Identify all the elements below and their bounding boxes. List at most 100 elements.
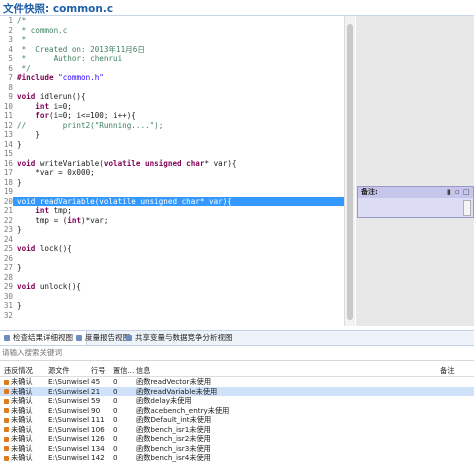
code-line[interactable]: 5 * Author: chenrui bbox=[0, 54, 344, 64]
code-line[interactable]: 9 void idlerun(){ bbox=[0, 92, 344, 102]
table-row[interactable]: 未确认 E:\Sunwisel...45 0 函数readVector未使用 bbox=[0, 377, 474, 387]
results-table: 违反情况 源文件 行号 置信... 信息 备注 未确认 E:\Sunwisel..… bbox=[0, 366, 474, 468]
code-token: for bbox=[35, 111, 50, 120]
code-editor[interactable]: 1/* 2 * common.c 3 * 4 * Created on: 2013年1… bbox=[0, 16, 345, 326]
code-line[interactable]: 26 bbox=[0, 254, 344, 264]
code-line[interactable]: 16 void writeVariable(volatile unsigned c… bbox=[0, 159, 344, 169]
code-line[interactable]: 2 * common.c bbox=[0, 26, 344, 36]
cell-status: 未确认 bbox=[4, 444, 48, 454]
line-number: 24 bbox=[3, 234, 13, 244]
code-line[interactable]: 31} bbox=[0, 301, 344, 311]
line-number: 26 bbox=[3, 253, 13, 263]
table-row[interactable]: 未确认 E:\Sunwisel...106 0 函数bench_isr1未使用 bbox=[0, 425, 474, 435]
cell-status: 未确认 bbox=[4, 425, 48, 435]
code-line[interactable]: 28 bbox=[0, 273, 344, 283]
code-line[interactable]: 17 *var = 0x000; bbox=[0, 168, 344, 178]
cell-file: E:\Sunwisel... bbox=[48, 405, 90, 415]
cell-info: 函数Default_int未使用 bbox=[136, 415, 212, 424]
code-token: #include bbox=[17, 73, 59, 82]
line-number: 4 bbox=[8, 44, 13, 54]
table-row[interactable]: 未确认 E:\Sunwisel...90 0 函数acebench_entry未使用 bbox=[0, 406, 474, 416]
window-title: 文件快照: common.c bbox=[3, 3, 114, 15]
code-token: } bbox=[17, 130, 40, 139]
code-token: void bbox=[17, 282, 40, 291]
warning-icon bbox=[4, 408, 9, 413]
code-token: void bbox=[17, 92, 40, 101]
code-token: * Created on: 2013年11月6日 bbox=[17, 44, 145, 54]
code-line[interactable]: 15 bbox=[0, 149, 344, 159]
header-status[interactable]: 违反情况 bbox=[4, 366, 48, 376]
code-line[interactable]: 23} bbox=[0, 225, 344, 235]
code-line[interactable]: 22 tmp = (int)*var; bbox=[0, 216, 344, 226]
table-row[interactable]: 未确认 E:\Sunwisel...126 0 函数bench_isr2未使用 bbox=[0, 434, 474, 444]
line-number: 19 bbox=[3, 187, 13, 196]
code-token: "common.h" bbox=[58, 73, 104, 82]
code-token: int bbox=[35, 206, 54, 215]
code-token: i=0; bbox=[53, 101, 72, 111]
code-line[interactable]: 25 void lock(){ bbox=[0, 244, 344, 254]
cell-line: 134 bbox=[91, 443, 105, 453]
editor-scrollbar-thumb[interactable] bbox=[347, 24, 353, 320]
code-line[interactable]: 7 #include "common.h" bbox=[0, 73, 344, 83]
table-row[interactable]: 未确认 E:\Sunwisel...142 0 函数bench_isr4未使用 bbox=[0, 453, 474, 463]
warning-icon bbox=[4, 427, 9, 432]
maximize-icon[interactable]: □ bbox=[463, 187, 470, 198]
code-token: * Author: chenrui bbox=[17, 54, 123, 63]
table-row[interactable]: 未确认 E:\Sunwisel...59 0 函数delay未使用 bbox=[0, 396, 474, 406]
code-line[interactable]: 29 void unlock(){ bbox=[0, 282, 344, 292]
note-panel-scrollbar[interactable] bbox=[463, 200, 471, 216]
table-row[interactable]: 未确认 E:\Sunwisel...111 0 函数Default_int未使用 bbox=[0, 415, 474, 425]
header-note[interactable]: 备注 bbox=[440, 366, 474, 376]
code-line[interactable]: 18} bbox=[0, 178, 344, 188]
code-line[interactable]: 13 } bbox=[0, 130, 344, 140]
code-line[interactable]: 14} bbox=[0, 140, 344, 150]
table-row[interactable]: 未确认 E:\Sunwisel...21 0 函数readVariable未使用 bbox=[0, 386, 474, 396]
code-line[interactable]: 3 * bbox=[0, 35, 344, 45]
note-panel-label: 备注: bbox=[361, 188, 378, 196]
note-panel[interactable]: 备注: ▮ ▫ □ bbox=[357, 186, 474, 218]
warning-icon bbox=[4, 455, 9, 461]
header-line[interactable]: 行号 bbox=[91, 366, 113, 376]
line-number: 16 bbox=[3, 158, 13, 168]
code-line[interactable]: 20 void readVariable(volatile unsigned ch… bbox=[0, 196, 344, 206]
code-line[interactable]: 21 int tmp; bbox=[0, 206, 344, 216]
code-token: } bbox=[17, 139, 22, 149]
window-title-bar: 文件快照: common.c bbox=[0, 0, 474, 16]
tab-2[interactable]: 共享变量与数据竞争分析视图 bbox=[122, 331, 237, 345]
editor-scrollbar[interactable] bbox=[344, 16, 355, 326]
search-input[interactable] bbox=[2, 347, 468, 358]
cell-info: 函数bench_isr1未使用 bbox=[136, 424, 211, 434]
status-text: 未确认 bbox=[11, 443, 33, 453]
status-text: 未确认 bbox=[11, 453, 33, 462]
code-line[interactable]: 19 bbox=[0, 187, 344, 197]
cell-info: 函数readVariable未使用 bbox=[136, 386, 218, 396]
code-line[interactable]: 11 for(i=0; i<=100; i++){ bbox=[0, 111, 344, 121]
code-line[interactable]: 24 bbox=[0, 235, 344, 245]
code-line[interactable]: 12 // print2("Running...."); bbox=[0, 121, 344, 131]
line-number: 20 bbox=[0, 196, 13, 206]
header-file[interactable]: 源文件 bbox=[48, 366, 90, 376]
code-line[interactable]: 1 /* bbox=[0, 16, 344, 26]
right-panel-area bbox=[356, 16, 474, 326]
code-line[interactable]: 6 */ bbox=[0, 64, 344, 74]
code-token: } bbox=[17, 225, 22, 234]
code-token: * var){ bbox=[204, 158, 237, 168]
header-confidence[interactable]: 置信... bbox=[113, 366, 135, 376]
header-info[interactable]: 信息 bbox=[136, 366, 436, 376]
table-row[interactable]: 未确认 E:\Sunwisel...134 0 函数bench_isr3未使用 bbox=[0, 444, 474, 454]
cell-confidence: 0 bbox=[113, 415, 118, 424]
code-line[interactable]: 8 bbox=[0, 83, 344, 93]
code-token: *var = 0x000; bbox=[17, 168, 95, 177]
code-line[interactable]: 30 bbox=[0, 292, 344, 302]
pin-icon[interactable]: ▮ bbox=[447, 187, 451, 198]
code-line[interactable]: 32 bbox=[0, 311, 344, 321]
restore-icon[interactable]: ▫ bbox=[455, 187, 460, 198]
code-token: * bbox=[17, 35, 27, 44]
line-number: 32 bbox=[3, 310, 13, 320]
code-token: int bbox=[35, 101, 54, 111]
code-line[interactable]: 4 * Created on: 2013年11月6日 bbox=[0, 45, 344, 55]
code-line[interactable]: 27} bbox=[0, 263, 344, 273]
code-token: )*var; bbox=[81, 215, 109, 225]
code-line[interactable]: 10 int i=0; bbox=[0, 102, 344, 112]
